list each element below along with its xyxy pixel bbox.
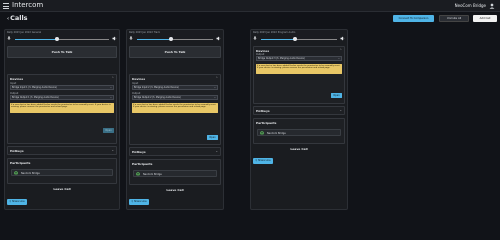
app-title: Intercom	[12, 1, 44, 9]
devices-section: Devices ⌃ Input Bridge Input 1 (3- Mergi…	[7, 74, 117, 144]
chevron-down-icon: ⌄	[109, 86, 112, 89]
permission-warning: If a new device has been added Firefox n…	[132, 103, 218, 113]
call-title: Rally 2023 Jan 2022 General	[7, 31, 42, 34]
volume-row	[253, 35, 345, 43]
participant-icon	[260, 131, 264, 135]
devices-section: Devices ⌃ Input Bridge Input 2 (3- Mergi…	[129, 74, 221, 145]
chevron-down-icon: ⌄	[213, 86, 216, 89]
connect-companion-button[interactable]: Connect To Companion	[393, 15, 434, 22]
hotkeys-heading: Hotkeys	[132, 149, 146, 154]
participant-name: NeoCom Bridge	[267, 131, 286, 135]
participants-section: Participants NeoCom Bridge	[253, 118, 345, 144]
participant-item: NeoCom Bridge	[11, 169, 113, 176]
page-title: ‹Calls	[7, 14, 28, 22]
participants-heading: Participants	[10, 160, 31, 165]
open-button[interactable]: Open	[207, 135, 218, 140]
open-button[interactable]: Open	[103, 128, 114, 133]
speaker-icon[interactable]	[340, 36, 345, 41]
user-name: NeoCom Bridge	[454, 3, 486, 8]
user-icon[interactable]	[489, 3, 495, 9]
chevron-up-icon[interactable]: ⌃	[339, 48, 342, 52]
input-select[interactable]: Bridge Input 2 (3- Merging Audio Device)…	[132, 85, 218, 90]
leave-call-button[interactable]: Leave Call	[287, 146, 311, 152]
chevron-up-icon[interactable]: ⌃	[215, 76, 218, 80]
participants-heading: Participants	[132, 161, 153, 166]
volume-slider[interactable]	[15, 37, 109, 41]
microphone-icon[interactable]	[253, 36, 257, 41]
participant-name: NeoCom Bridge	[21, 171, 40, 175]
participants-section: Participants NeoCom Bridge	[7, 158, 117, 184]
permission-warning: If a new device has been added Firefox n…	[256, 64, 342, 74]
participants-heading: Participants	[256, 120, 277, 125]
chevron-left-icon[interactable]: ‹	[7, 16, 9, 22]
chevron-down-icon[interactable]: ⌄	[339, 108, 342, 112]
call-title: Rally 2023 Jan 2022 Program Audio	[253, 31, 296, 34]
output-select[interactable]: Bridge Output 2 (3- Merging Audio Device…	[132, 95, 218, 100]
volume-row	[129, 35, 221, 43]
participant-icon	[14, 171, 18, 175]
chevron-down-icon[interactable]: ⌄	[215, 149, 218, 153]
hotkeys-heading: Hotkeys	[256, 108, 270, 113]
share-line-button[interactable]: ⚲ Share Line	[7, 199, 27, 205]
output-select[interactable]: Bridge Output 1 (3- Merging Audio Device…	[10, 95, 114, 100]
chevron-down-icon: ⌄	[213, 96, 216, 99]
chevron-down-icon: ⌄	[109, 96, 112, 99]
devices-heading: Devices	[256, 48, 270, 53]
participant-icon	[136, 172, 140, 176]
leave-call-button[interactable]: Leave Call	[50, 186, 74, 192]
participants-section: Participants NeoCom Bridge	[129, 159, 221, 185]
chevron-up-icon[interactable]: ⌃	[111, 76, 114, 80]
call-panel-program-audio: Rally 2023 Jan 2022 Program Audio Device…	[250, 29, 348, 210]
microphone-icon[interactable]	[7, 36, 11, 41]
call-panel-general: Rally 2023 Jan 2022 General Push To Talk…	[4, 29, 120, 210]
devices-section: Devices ⌃ Output Bridge Output 3 (3- Mer…	[253, 46, 345, 104]
share-line-button[interactable]: ⚲ Share Line	[253, 158, 273, 164]
devices-heading: Devices	[132, 76, 146, 81]
speaker-icon[interactable]	[112, 36, 117, 41]
add-call-button[interactable]: Add Call	[473, 15, 497, 22]
input-select[interactable]: Bridge Input 1 (3- Merging Audio Device)…	[10, 85, 114, 90]
hotkeys-section[interactable]: Hotkeys ⌄	[253, 106, 345, 115]
output-select[interactable]: Bridge Output 3 (3- Merging Audio Device…	[256, 56, 342, 61]
hamburger-menu-icon[interactable]	[3, 3, 9, 9]
share-line-button[interactable]: ⚲ Share Line	[129, 199, 149, 205]
call-panel-track: Rally 2023 Jan 2022 Track Push To Talk D…	[126, 29, 224, 210]
hotkeys-section[interactable]: Hotkeys ⌄	[7, 146, 117, 155]
participant-name: NeoCom Bridge	[143, 172, 162, 176]
hotkeys-heading: Hotkeys	[10, 148, 24, 153]
hotkeys-section[interactable]: Hotkeys ⌄	[129, 147, 221, 156]
push-to-talk-button[interactable]: Push To Talk	[129, 46, 221, 58]
permission-warning: If a new device has been added Firefox n…	[10, 103, 114, 113]
devices-heading: Devices	[10, 76, 24, 81]
top-bar: Intercom NeoCom Bridge	[0, 0, 500, 12]
call-title: Rally 2023 Jan 2022 Track	[129, 31, 160, 34]
open-button[interactable]: Open	[331, 93, 342, 98]
participant-item: NeoCom Bridge	[257, 129, 341, 136]
chevron-down-icon: ⌄	[337, 57, 340, 60]
speaker-icon[interactable]	[216, 36, 221, 41]
microphone-icon[interactable]	[129, 36, 133, 41]
chevron-down-icon[interactable]: ⌄	[111, 148, 114, 152]
leave-call-button[interactable]: Leave Call	[163, 187, 187, 193]
push-to-talk-button[interactable]: Push To Talk	[7, 46, 117, 58]
volume-slider[interactable]	[137, 37, 213, 41]
volume-slider[interactable]	[261, 37, 337, 41]
participant-item: NeoCom Bridge	[133, 170, 217, 177]
volume-row	[7, 35, 117, 43]
unmute-all-button[interactable]: Unmute All	[439, 15, 469, 22]
